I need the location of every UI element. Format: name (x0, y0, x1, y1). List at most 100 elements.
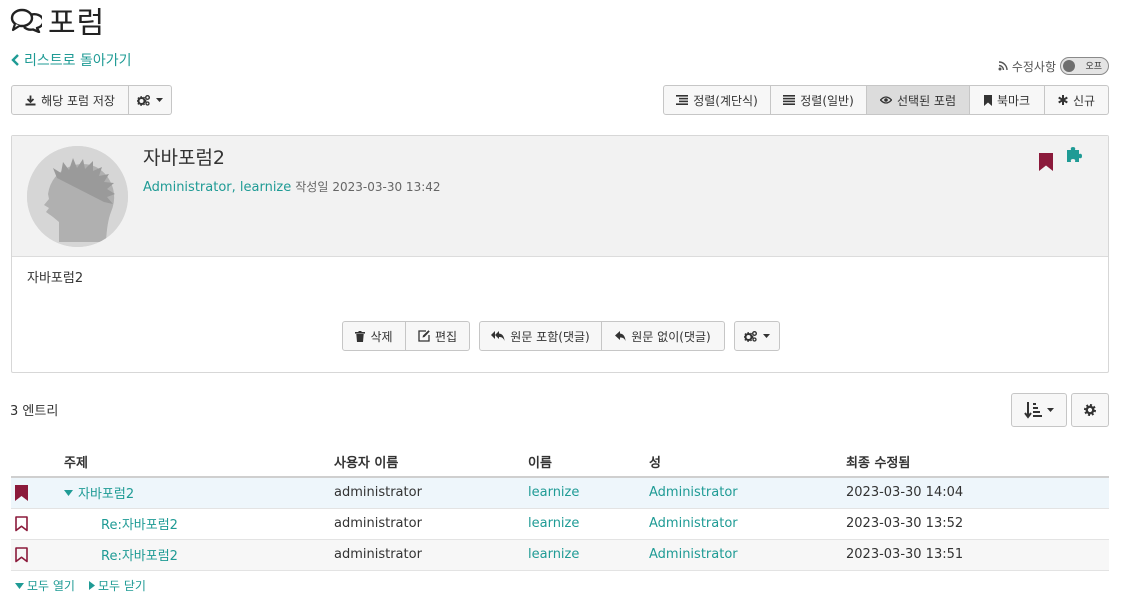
toggle-state-label: 오프 (1085, 62, 1102, 72)
indent-lines-icon (676, 95, 689, 105)
edit-actions-group: 삭제 편집 (342, 321, 470, 351)
row-first-name[interactable]: learnize (528, 508, 649, 540)
reply-without-quote-label: 원문 없이(댓글) (631, 329, 711, 344)
message-title: 자바포럼2 (143, 147, 226, 169)
row-last-name[interactable]: Administrator (649, 539, 846, 571)
bookmark-filled-icon[interactable] (15, 484, 64, 501)
reply-all-icon (491, 331, 505, 341)
caret-down-icon (15, 582, 24, 589)
bookmark-outline-icon[interactable] (15, 546, 64, 563)
back-to-list-link[interactable]: 리스트로 돌아가기 (11, 50, 132, 70)
back-to-list-label: 리스트로 돌아가기 (24, 53, 132, 69)
download-icon (25, 95, 36, 106)
page-title: 포럼 (48, 6, 106, 41)
row-subject[interactable]: Re:자바포럼2 (64, 549, 178, 564)
save-forum-button[interactable]: 해당 포럼 저장 (11, 85, 129, 115)
column-header-username[interactable]: 사용자 이름 (334, 446, 528, 478)
row-subject-cell: Re:자바포럼2 (64, 539, 334, 571)
row-last-name[interactable]: Administrator (649, 477, 846, 509)
view-new-button[interactable]: 신규 (1045, 85, 1109, 115)
avatar (27, 146, 128, 247)
row-first-name[interactable]: learnize (528, 477, 649, 509)
puzzle-icon[interactable] (1065, 145, 1083, 163)
row-last-name[interactable]: Administrator (649, 508, 846, 540)
table-row[interactable]: Re:자바포럼2 administrator learnize Administ… (11, 508, 1109, 540)
row-bookmark-cell (11, 539, 64, 571)
view-flat-button[interactable]: 정렬(일반) (771, 85, 867, 115)
column-header-modified[interactable]: 최종 수정됨 (846, 446, 1109, 478)
page-header: 포럼 (10, 0, 106, 41)
caret-down-icon (1047, 408, 1054, 412)
table-header-row: 주제 사용자 이름 이름 성 최종 수정됨 (11, 446, 1109, 478)
row-modified: 2023-03-30 14:04 (846, 477, 1109, 509)
entries-count: 3 엔트리 (10, 404, 59, 419)
reply-with-quote-button[interactable]: 원문 포함(댓글) (479, 321, 602, 351)
row-username: administrator (334, 539, 528, 571)
view-bookmarks-button[interactable]: 북마크 (970, 85, 1045, 115)
delete-button[interactable]: 삭제 (342, 321, 406, 351)
row-subject-cell: Re:자바포럼2 (64, 508, 334, 540)
tools-dropdown-button[interactable] (129, 85, 172, 115)
caret-right-icon (89, 581, 95, 590)
table-row[interactable]: Re:자바포럼2 administrator learnize Administ… (11, 539, 1109, 571)
table-settings-button[interactable] (1071, 393, 1109, 427)
view-threaded-button[interactable]: 정렬(계단식) (663, 85, 771, 115)
message-tools-dropdown[interactable] (734, 321, 780, 351)
collapse-all-link[interactable]: 모두 닫기 (89, 577, 146, 594)
row-username: administrator (334, 508, 528, 540)
column-header-first-name[interactable]: 이름 (528, 446, 649, 478)
column-header-subject[interactable]: 주제 (64, 446, 334, 478)
message-meta: Administrator, learnize 작성일 2023-03-30 1… (143, 178, 441, 195)
edit-button[interactable]: 편집 (406, 321, 470, 351)
trash-icon (355, 330, 366, 342)
edit-icon (418, 330, 430, 342)
row-subject-link[interactable]: 자바포럼2 (64, 483, 134, 502)
caret-down-icon (763, 334, 770, 338)
row-subject: 자바포럼2 (78, 487, 135, 503)
row-username: administrator (334, 477, 528, 509)
row-bookmark-cell (11, 508, 64, 540)
edit-label: 편집 (434, 329, 458, 344)
view-selected-button[interactable]: 선택된 포럼 (867, 85, 970, 115)
column-header-flag (11, 446, 64, 478)
view-flat-label: 정렬(일반) (800, 93, 854, 108)
gear-icon (1084, 404, 1096, 416)
row-subject-cell: 자바포럼2 (64, 477, 334, 509)
view-selected-label: 선택된 포럼 (896, 93, 956, 108)
comments-icon (10, 7, 42, 33)
sort-dropdown-button[interactable] (1011, 393, 1067, 427)
caret-down-icon (156, 98, 163, 102)
subscription-control: 수정사항 오프 (998, 57, 1109, 75)
caret-down-icon[interactable] (64, 489, 73, 496)
message-author-link[interactable]: Administrator, learnize (143, 180, 291, 195)
table-row[interactable]: 자바포럼2 administrator learnize Administrat… (11, 477, 1109, 509)
row-modified: 2023-03-30 13:51 (846, 539, 1109, 571)
subscription-label: 수정사항 (1011, 59, 1056, 74)
message-header: 자바포럼2 Administrator, learnize 작성일 2023-0… (12, 136, 1108, 257)
reply-without-quote-button[interactable]: 원문 없이(댓글) (602, 321, 725, 351)
created-timestamp: 2023-03-30 13:42 (332, 180, 441, 194)
created-label: 작성일 (295, 180, 329, 194)
row-subject[interactable]: Re:자바포럼2 (64, 518, 178, 533)
message-actions: 삭제 편집 원문 포함(댓글) 원문 없이(댓글) (342, 321, 780, 351)
rss-icon (998, 61, 1008, 71)
delete-label: 삭제 (370, 329, 393, 344)
toggle-knob (1063, 60, 1075, 72)
thread-table: 주제 사용자 이름 이름 성 최종 수정됨 자바포럼2 administrato… (11, 446, 1109, 571)
cogs-icon (744, 330, 758, 342)
view-bookmarks-label: 북마크 (996, 93, 1031, 108)
save-forum-label: 해당 포럼 저장 (41, 93, 115, 108)
reply-actions-group: 원문 포함(댓글) 원문 없이(댓글) (479, 321, 725, 351)
bookmark-outline-icon[interactable] (15, 515, 64, 532)
column-header-last-name[interactable]: 성 (649, 446, 846, 478)
message-body: 자바포럼2 (27, 271, 84, 286)
message-card: 자바포럼2 Administrator, learnize 작성일 2023-0… (11, 135, 1109, 373)
row-first-name[interactable]: learnize (528, 539, 649, 571)
expand-all-link[interactable]: 모두 열기 (15, 577, 75, 594)
chevron-left-icon (11, 54, 20, 66)
sort-amount-icon (1024, 401, 1042, 419)
expand-all-label: 모두 열기 (27, 579, 75, 593)
bookmark-filled-icon[interactable] (1039, 153, 1053, 171)
subscription-toggle[interactable]: 오프 (1060, 57, 1109, 75)
bookmark-icon (983, 94, 992, 106)
